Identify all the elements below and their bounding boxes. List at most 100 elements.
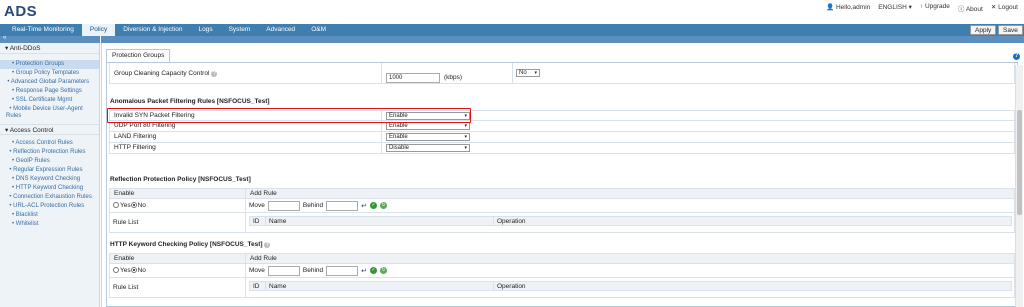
reflection-grid: Enable Add Rule Yes No Move Behind ↵ ✓ ↻ … [109,188,1015,233]
behind-input[interactable] [326,200,359,211]
apply-button[interactable]: Apply [970,25,997,35]
tab-policy[interactable]: Policy [81,24,116,36]
sidebar-item-group-policy-templates[interactable]: • Group Policy Templates [0,69,99,78]
radio-yes[interactable]: Yes [113,267,131,274]
sidebar-item-advanced-global-parameters[interactable]: • Advanced Global Parameters [0,78,99,87]
info-icon[interactable]: ? [211,71,218,77]
sidebar-item-mobile-device-user-agent-rules[interactable]: • Mobile Device User-Agent Rules [0,105,99,121]
sidebar-item-blacklist[interactable]: • Blacklist [0,211,99,220]
info-icon[interactable]: ? [264,242,271,248]
sidebar-item-http-keyword-checking[interactable]: • HTTP Keyword Checking [0,184,99,193]
behind-label: Behind [302,202,324,209]
reset-icon[interactable]: ↻ [380,267,388,274]
sidebar-item-dns-keyword-checking[interactable]: • DNS Keyword Checking [0,175,99,184]
reset-icon[interactable]: ↻ [380,202,388,209]
add-rule-header: Add Rule [250,255,277,262]
chevron-down-icon: ▾ [464,123,467,129]
capacity-select[interactable]: No ▾ [516,69,540,77]
main-nav: Real-Time Monitoring Policy Diversion & … [0,24,1024,36]
language-select[interactable]: ENGLISH ▾ [878,3,912,13]
tab-protection-groups[interactable]: Protection Groups [106,49,171,62]
help-icon[interactable]: ? [1013,53,1020,60]
chevron-down-icon: ▾ [464,145,467,151]
sidebar-item-protection-groups[interactable]: • Protection Groups [0,60,99,69]
user-bar: 👤 Hello,admin ENGLISH ▾ ↑ Upgrade ⓘ Abou… [826,3,1018,13]
rule-list-table-header: ID Name Operation [249,281,1012,291]
sidebar-item-whitelist[interactable]: • Whitelist [0,220,99,229]
main-top-bar [101,36,1024,43]
anomalous-label: LAND Filtering [110,132,382,142]
sidebar: ▾ Anti-DDoS • Protection Groups • Group … [0,43,100,307]
move-label: Move [249,267,265,274]
sidebar-toggle-bar[interactable]: « [0,35,100,43]
enable-header: Enable [110,189,246,198]
http-filtering-select[interactable]: Disable ▾ [386,144,470,152]
top-header: ADS 👤 Hello,admin ENGLISH ▾ ↑ Upgrade ⓘ … [0,0,1024,24]
anomalous-label: HTTP Filtering [110,143,382,153]
double-chevron-left-icon[interactable]: « [3,35,6,41]
user-greeting[interactable]: 👤 Hello,admin [826,3,870,13]
chevron-down-icon: ▾ [908,4,912,11]
tab-advanced[interactable]: Advanced [258,24,303,36]
enable-radios: Yes No [110,199,246,212]
col-id: ID [250,282,266,290]
sidebar-item-geoip-rules[interactable]: • GeoIP Rules [0,157,99,166]
rule-list-label: Rule List [110,278,246,297]
tab-logs[interactable]: Logs [190,24,220,36]
logout-link[interactable]: ✕ Logout [991,3,1018,13]
capacity-row: Group Cleaning Capacity Control ? 1000 (… [109,63,1015,84]
highlight-box [107,108,471,123]
enable-header: Enable [110,254,246,263]
vertical-scrollbar[interactable] [1015,65,1023,307]
move-input[interactable] [267,200,300,211]
ok-icon[interactable]: ✓ [370,267,378,274]
save-button[interactable]: Save [998,25,1023,35]
sidebar-section-anti-ddos[interactable]: ▾ Anti-DDoS [0,43,99,54]
col-operation: Operation [497,283,526,290]
move-input[interactable] [267,265,300,276]
content-area: Group Cleaning Capacity Control ? 1000 (… [106,62,1018,307]
ok-icon[interactable]: ✓ [370,202,378,209]
chevron-down-icon: ▾ [534,70,537,76]
http-keyword-grid: Enable Add Rule Yes No Move Behind ↵ ✓ ↻ … [109,253,1015,298]
tab-om[interactable]: O&M [303,24,334,36]
behind-input[interactable] [326,265,359,276]
radio-no[interactable]: No [130,267,146,274]
tab-real-time-monitoring[interactable]: Real-Time Monitoring [0,24,82,36]
sidebar-item-url-acl-protection-rules[interactable]: • URL-ACL Protection Rules [0,202,99,211]
http-keyword-section-title: HTTP Keyword Checking Policy [NSFOCUS_Te… [110,241,271,248]
tab-system[interactable]: System [221,24,259,36]
sidebar-item-ssl-certificate-mgmt[interactable]: • SSL Certificate Mgmt [0,96,99,105]
upgrade-link[interactable]: ↑ Upgrade [920,3,950,13]
udp-port-80-select[interactable]: Enable ▾ [386,122,470,130]
move-label: Move [249,202,265,209]
anomalous-row-http: HTTP Filtering Disable ▾ [109,143,1015,154]
sidebar-item-connection-exhaustion-rules[interactable]: • Connection Exhaustion Rules [0,193,99,202]
return-icon[interactable]: ↵ [361,202,367,210]
radio-no[interactable]: No [130,202,146,209]
capacity-input[interactable]: 1000 [386,72,440,83]
about-link[interactable]: ⓘ About [958,3,983,13]
col-name: Name [266,282,494,290]
sidebar-item-reflection-protection-rules[interactable]: • Reflection Protection Rules [0,148,99,157]
land-select[interactable]: Enable ▾ [386,133,470,141]
scrollbar-thumb[interactable] [1017,110,1022,215]
col-id: ID [250,217,266,225]
sidebar-section-access-control[interactable]: ▾ Access Control [0,124,99,135]
capacity-value: 1000 (kbps) [382,63,512,83]
tab-diversion-injection[interactable]: Diversion & Injection [115,24,190,36]
capacity-label: Group Cleaning Capacity Control ? [110,63,382,83]
sidebar-item-response-page-settings[interactable]: • Response Page Settings [0,87,99,96]
radio-yes[interactable]: Yes [113,202,131,209]
col-name: Name [266,217,494,225]
return-icon[interactable]: ↵ [361,267,367,275]
rule-list-label: Rule List [110,213,246,232]
anomalous-row-land: LAND Filtering Enable ▾ [109,132,1015,143]
sidebar-item-access-control-rules[interactable]: • Access Control Rules [0,139,99,148]
reflection-section-title: Reflection Protection Policy [NSFOCUS_Te… [110,176,251,183]
sidebar-item-regular-expression-rules[interactable]: • Regular Expression Rules [0,166,99,175]
anomalous-section-title: Anomalous Packet Filtering Rules [NSFOCU… [110,98,270,105]
chevron-down-icon: ▾ [464,134,467,140]
col-operation: Operation [497,218,526,225]
add-rule-header: Add Rule [250,190,277,197]
